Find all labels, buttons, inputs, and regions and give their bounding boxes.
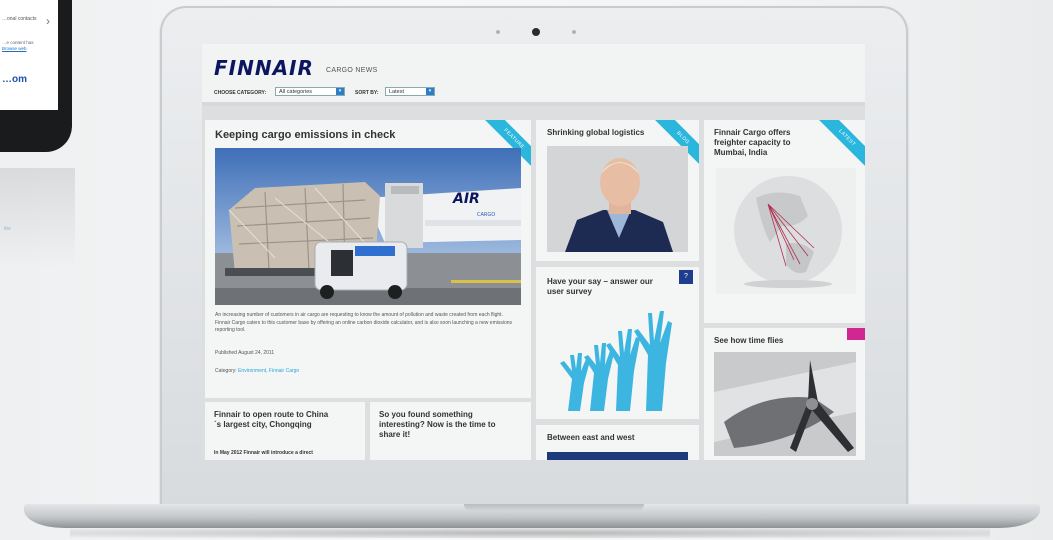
- survey-card[interactable]: Have your say – answer our user survey ?: [536, 267, 699, 419]
- time-flies-tag: [847, 328, 865, 340]
- sensor-dot: [496, 30, 500, 34]
- aircraft-livery-text: AIR: [452, 191, 480, 207]
- globe-routes-image: [716, 168, 856, 294]
- laptop-notch: [464, 504, 644, 511]
- cargo-photo[interactable]: AIR CARGO: [215, 148, 521, 305]
- phone-reflection: the: [0, 168, 75, 268]
- feature-category: Category: Environment, Finnair Cargo: [215, 368, 300, 374]
- phone-menu-item[interactable]: …onal contacts: [2, 16, 36, 22]
- feature-body: An increasing number of customers in air…: [215, 312, 513, 333]
- section-title: CARGO NEWS: [326, 67, 378, 74]
- blog-title[interactable]: Shrinking global logistics: [547, 128, 667, 137]
- question-badge-icon: ?: [679, 270, 693, 284]
- east-west-title[interactable]: Between east and west: [547, 433, 635, 442]
- chevron-down-icon: ▾: [426, 88, 434, 95]
- vintage-aircraft-image: [714, 352, 856, 456]
- time-flies-card[interactable]: See how time flies: [704, 328, 865, 460]
- finnair-logo[interactable]: FINNAIR: [214, 56, 314, 80]
- category-select[interactable]: All categories ▾: [275, 87, 345, 96]
- time-flies-title[interactable]: See how time flies: [714, 336, 783, 345]
- sensor-dot: [572, 30, 576, 34]
- site-header: FINNAIR CARGO NEWS CHOOSE CATEGORY: All …: [202, 44, 865, 106]
- aircraft-livery-subtext: CARGO: [477, 212, 495, 218]
- east-west-card[interactable]: Between east and west: [536, 425, 699, 460]
- latest-title[interactable]: Finnair Cargo offers freighter capacity …: [714, 128, 814, 158]
- smartphone-device: …onal contacts › …e content has Browse w…: [0, 0, 72, 152]
- feature-published-date: Published August 24, 2011: [215, 350, 275, 356]
- globe-photo[interactable]: [716, 168, 856, 294]
- phone-site-link[interactable]: …om: [2, 74, 27, 85]
- chevron-down-icon: ▾: [336, 88, 344, 95]
- latest-article-card[interactable]: Finnair Cargo offers freighter capacity …: [704, 120, 865, 323]
- east-west-image[interactable]: [547, 452, 688, 460]
- route-excerpt: In May 2012 Finnair will introduce a dir…: [214, 450, 313, 456]
- browse-web-link[interactable]: Browse web: [2, 46, 27, 51]
- survey-title[interactable]: Have your say – answer our user survey: [547, 277, 667, 297]
- laptop-screen: FINNAIR CARGO NEWS CHOOSE CATEGORY: All …: [202, 44, 865, 460]
- feature-title[interactable]: Keeping cargo emissions in check: [215, 129, 475, 141]
- share-card[interactable]: So you found something interesting? Now …: [370, 402, 531, 460]
- phone-note: …e content has Browse web: [2, 40, 34, 51]
- webcam-icon: [532, 28, 540, 36]
- raised-hands-illustration: [560, 311, 672, 411]
- route-article-card[interactable]: Finnair to open route to China´s largest…: [205, 402, 365, 460]
- propeller-photo[interactable]: [714, 352, 856, 456]
- share-title[interactable]: So you found something interesting? Now …: [379, 410, 509, 440]
- portrait-photo[interactable]: [547, 146, 688, 252]
- cargo-loading-image: AIR CARGO: [215, 148, 521, 305]
- laptop-base: [24, 504, 1040, 528]
- chevron-right-icon: ›: [46, 14, 50, 28]
- man-portrait-image: [547, 146, 688, 252]
- phone-screen: …onal contacts › …e content has Browse w…: [0, 0, 58, 110]
- blog-article-card[interactable]: Shrinking global logistics BLOG: [536, 120, 699, 261]
- category-label: CHOOSE CATEGORY:: [214, 90, 267, 96]
- sort-label: SORT BY:: [355, 90, 379, 96]
- feature-article-card[interactable]: Keeping cargo emissions in check FEATURE…: [205, 120, 531, 398]
- category-links[interactable]: Environment, Finnair Cargo: [238, 368, 299, 374]
- sort-select[interactable]: Latest ▾: [385, 87, 435, 96]
- laptop-shadow: [70, 528, 990, 538]
- latest-ribbon: LATEST: [817, 120, 865, 168]
- route-title[interactable]: Finnair to open route to China´s largest…: [214, 410, 334, 430]
